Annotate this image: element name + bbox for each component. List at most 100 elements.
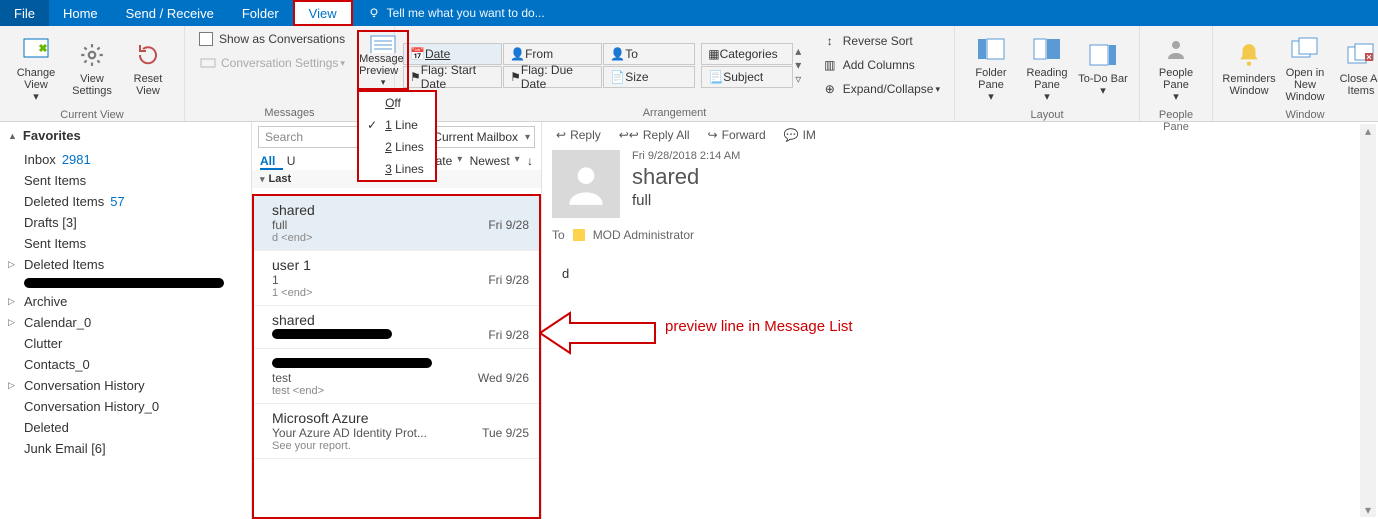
- ribbon: Change View▾ View Settings Reset View Cu…: [0, 26, 1378, 122]
- main-area: Favorites Inbox2981Sent ItemsDeleted Ite…: [0, 122, 1378, 519]
- people-pane-button[interactable]: People Pane▾: [1148, 30, 1204, 107]
- reset-icon: [130, 40, 166, 70]
- message-list: sharedfullFri 9/28d <end>user 11Fri 9/28…: [252, 194, 541, 519]
- nav-item[interactable]: Archive: [0, 291, 251, 312]
- tab-send-receive[interactable]: Send / Receive: [112, 0, 228, 26]
- reply-icon: ↩: [556, 128, 566, 142]
- view-settings-button[interactable]: View Settings: [64, 36, 120, 101]
- nav-item[interactable]: Drafts [3]: [0, 212, 251, 233]
- lightbulb-icon: [367, 6, 381, 20]
- nav-item[interactable]: Conversation History_0: [0, 396, 251, 417]
- flag-start-icon: ⚑: [410, 70, 421, 84]
- favorites-header[interactable]: Favorites: [0, 122, 251, 149]
- message-item[interactable]: Microsoft AzureYour Azure AD Identity Pr…: [254, 404, 539, 459]
- arrangement-scroll-down[interactable]: ▾: [795, 58, 804, 72]
- conversation-settings-button[interactable]: Conversation Settings▾: [193, 52, 351, 74]
- group-current-view: Change View▾ View Settings Reset View Cu…: [0, 26, 185, 121]
- message-preview-icon: [369, 34, 397, 53]
- nav-item[interactable]: Deleted: [0, 417, 251, 438]
- tell-me[interactable]: Tell me what you want to do...: [353, 0, 559, 26]
- bell-icon: [1231, 40, 1267, 70]
- message-item[interactable]: testWed 9/26test <end>: [254, 349, 539, 404]
- tab-folder[interactable]: Folder: [228, 0, 293, 26]
- folder-pane-button[interactable]: Folder Pane▾: [963, 30, 1019, 107]
- gear-icon: [74, 40, 110, 70]
- nav-item[interactable]: Sent Items: [0, 170, 251, 191]
- to-icon: 👤: [610, 47, 625, 61]
- message-item[interactable]: user 11Fri 9/281 <end>: [254, 251, 539, 306]
- new-window-icon: [1287, 34, 1323, 64]
- change-view-button[interactable]: Change View▾: [8, 30, 64, 107]
- reply-all-button[interactable]: ↩↩Reply All: [619, 128, 690, 142]
- search-scope-dropdown[interactable]: Current Mailbox: [426, 126, 535, 148]
- preview-1-line[interactable]: 1 Line: [359, 114, 435, 136]
- group-arrangement: 📅Date 👤From 👤To ⚑Flag: Start Date ⚑Flag:…: [395, 26, 955, 121]
- arrangement-scroll-up[interactable]: ▴: [795, 44, 804, 58]
- filter-unread[interactable]: U: [287, 154, 296, 168]
- close-all-button[interactable]: Close All Items: [1333, 36, 1378, 101]
- categories-icon: ▦: [708, 47, 719, 61]
- tab-file[interactable]: File: [0, 0, 49, 26]
- reading-pane-scrollbar[interactable]: ▴▾: [1360, 124, 1376, 517]
- sort-icon: ↕: [821, 32, 839, 50]
- reset-view-button[interactable]: Reset View: [120, 36, 176, 101]
- message-item[interactable]: sharedFri 9/28: [254, 306, 539, 349]
- subject-icon: 📃: [708, 70, 723, 84]
- checkbox-icon: [199, 32, 213, 46]
- nav-item[interactable]: Conversation History: [0, 375, 251, 396]
- message-subject: full: [632, 192, 740, 209]
- preview-2-lines[interactable]: 2 Lines: [359, 136, 435, 158]
- expand-icon: ⊕: [821, 80, 839, 98]
- message-body: d: [552, 266, 1368, 281]
- forward-button[interactable]: ↪Forward: [708, 128, 766, 142]
- close-all-icon: [1343, 40, 1378, 70]
- reply-button[interactable]: ↩Reply: [556, 128, 601, 142]
- im-button[interactable]: 💬IM: [784, 128, 816, 142]
- group-label-arrangement: Arrangement: [403, 105, 946, 119]
- open-new-window-button[interactable]: Open in New Window: [1277, 30, 1333, 107]
- preview-3-lines[interactable]: 3 Lines: [359, 158, 435, 180]
- conversation-icon: [199, 54, 217, 72]
- tab-view[interactable]: View: [293, 0, 353, 26]
- message-date: Fri 9/28/2018 2:14 AM: [632, 150, 740, 162]
- change-view-icon: [18, 34, 54, 64]
- sender-avatar: [552, 150, 620, 218]
- message-sender: shared: [632, 164, 740, 190]
- todo-bar-button[interactable]: To-Do Bar▾: [1075, 36, 1131, 101]
- group-messages: Show as Conversations Conversation Setti…: [185, 26, 395, 121]
- expand-collapse-button[interactable]: ⊕Expand/Collapse▾: [815, 78, 946, 100]
- message-preview-menu: Off 1 Line 2 Lines 3 Lines: [357, 90, 437, 182]
- tab-home[interactable]: Home: [49, 0, 112, 26]
- nav-item[interactable]: Junk Email [6]: [0, 438, 251, 459]
- category-tag-icon: [573, 229, 585, 241]
- reminders-window-button[interactable]: Reminders Window: [1221, 36, 1277, 101]
- sort-direction-icon[interactable]: ↓: [527, 154, 533, 168]
- message-item[interactable]: sharedfullFri 9/28d <end>: [254, 196, 539, 251]
- calendar-icon: 📅: [410, 47, 425, 61]
- nav-item[interactable]: Clutter: [0, 333, 251, 354]
- filter-all[interactable]: All: [260, 154, 283, 170]
- from-icon: 👤: [510, 47, 525, 61]
- arrangement-expand[interactable]: ▿: [795, 72, 804, 86]
- nav-item[interactable]: Deleted Items: [0, 254, 251, 275]
- people-icon: [1158, 34, 1194, 64]
- nav-item[interactable]: Inbox2981: [0, 149, 251, 170]
- reading-pane-button[interactable]: Reading Pane▾: [1019, 30, 1075, 107]
- sort-newest[interactable]: Newest: [470, 154, 524, 168]
- nav-item[interactable]: Sent Items: [0, 233, 251, 254]
- group-people-pane: People Pane▾ People Pane: [1140, 26, 1213, 121]
- message-preview-button[interactable]: Message Preview ▾: [357, 30, 409, 90]
- nav-item[interactable]: Calendar_0: [0, 312, 251, 333]
- arrangement-gallery[interactable]: 📅Date 👤From 👤To ⚑Flag: Start Date ⚑Flag:…: [403, 43, 695, 88]
- to-recipient: MOD Administrator: [593, 228, 694, 242]
- nav-item[interactable]: Contacts_0: [0, 354, 251, 375]
- reverse-sort-button[interactable]: ↕Reverse Sort: [815, 30, 946, 52]
- add-columns-button[interactable]: ▥Add Columns: [815, 54, 946, 76]
- forward-icon: ↪: [708, 128, 718, 142]
- person-icon: [561, 159, 611, 209]
- nav-item[interactable]: [0, 275, 251, 291]
- preview-off[interactable]: Off: [359, 92, 435, 114]
- nav-item[interactable]: Deleted Items57: [0, 191, 251, 212]
- reading-pane-icon: [1029, 34, 1065, 64]
- show-as-conversations-toggle[interactable]: Show as Conversations: [193, 30, 351, 48]
